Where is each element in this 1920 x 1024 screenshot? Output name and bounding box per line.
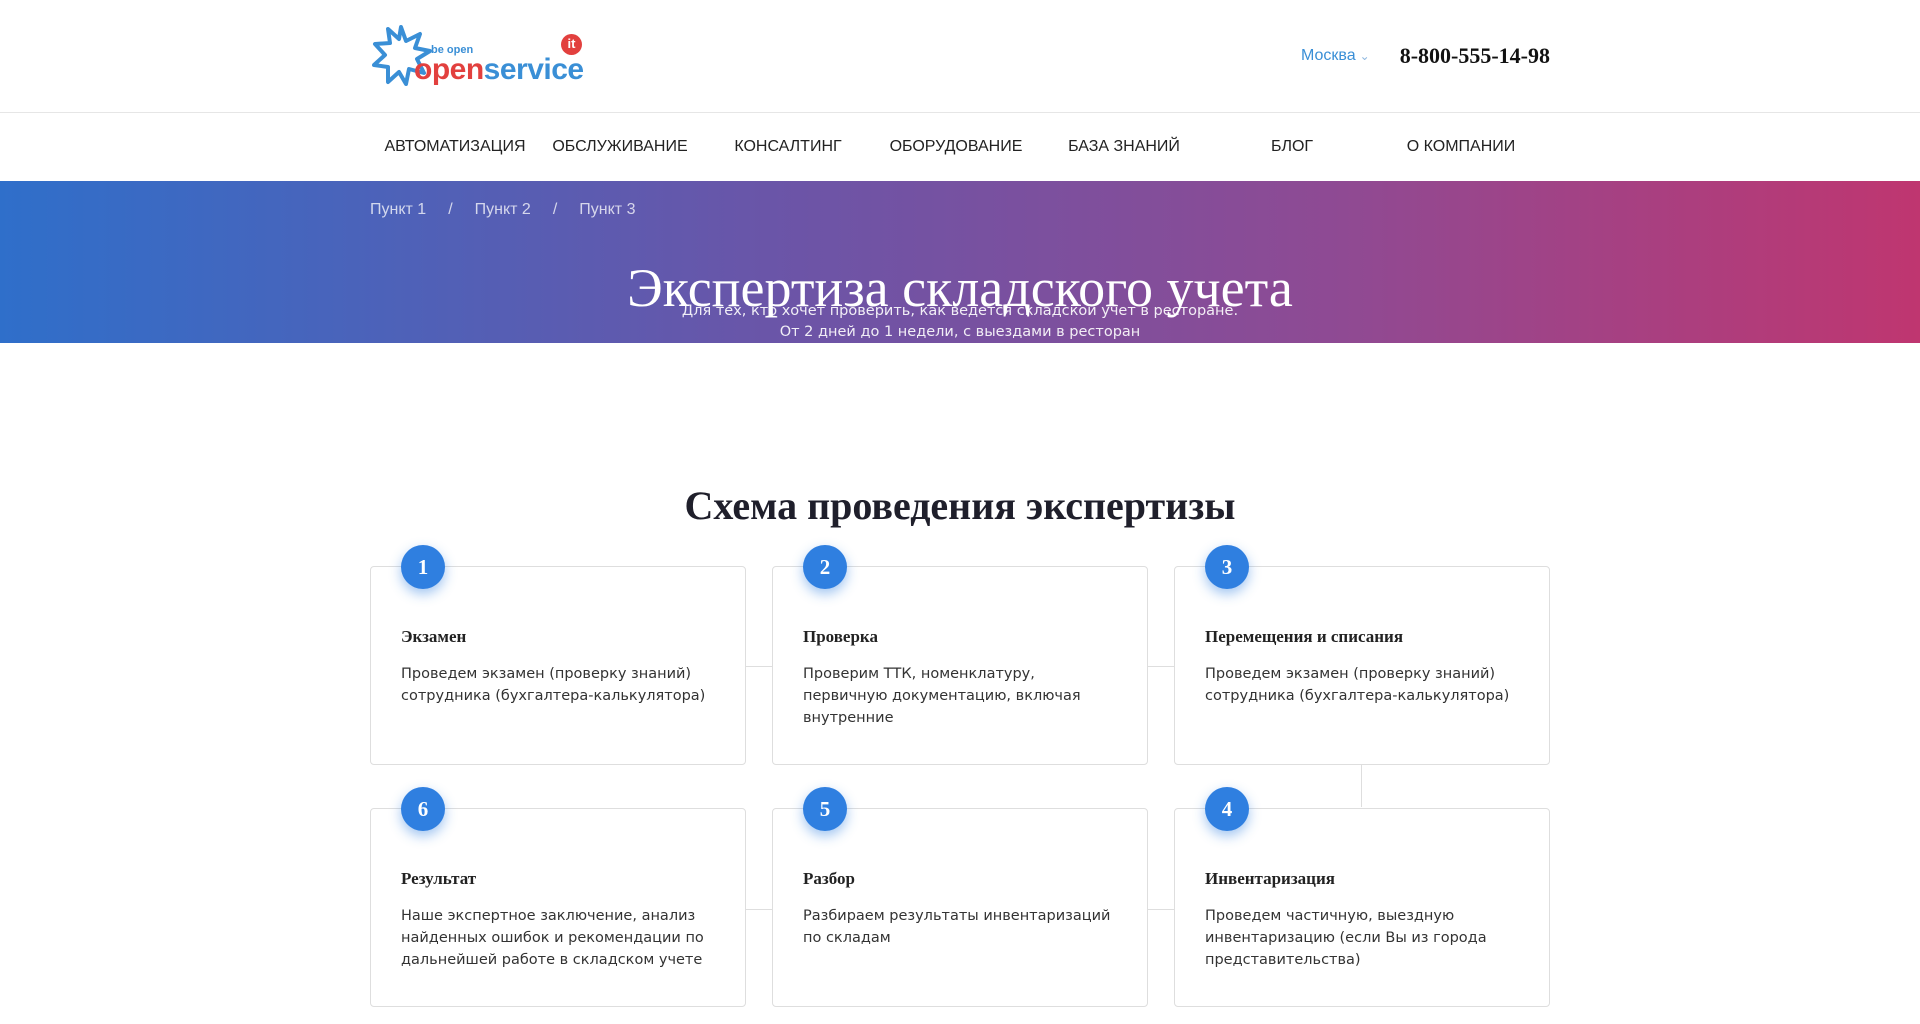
breadcrumb-item[interactable]: Пункт 1 [370,201,426,219]
step-title: Результат [401,869,477,888]
nav-item-service[interactable]: Обслуживание [540,138,700,156]
nav-item-about[interactable]: О компании [1372,138,1550,156]
site-header: be open openservice it Москва ⌄ 8-800-55… [0,0,1920,113]
step-number-badge: 2 [803,545,847,589]
header-contacts: Москва ⌄ 8-800-555-14-98 [1301,43,1550,69]
logo-wordmark: openservice [414,55,584,85]
breadcrumb-separator: / [448,201,453,218]
logo-word-open: open [414,53,484,86]
chevron-down-icon: ⌄ [1359,49,1370,63]
step-number-badge: 5 [803,787,847,831]
step-title: Инвентаризация [1205,869,1335,888]
step-connector [1148,666,1174,667]
step-description: Проведем экзамен (проверку знаний) сотру… [401,666,706,704]
step-card: 5 Разбор Разбираем результаты инвентариз… [772,787,1148,1007]
step-description: Наше экспертное заключение, анализ найде… [401,908,704,968]
step-number-badge: 3 [1205,545,1249,589]
breadcrumb-item: Пункт 3 [579,201,636,218]
city-label: Москва [1301,47,1356,64]
nav-item-equipment[interactable]: Оборудование [876,138,1036,156]
nav-item-consulting[interactable]: Консалтинг [700,138,876,156]
step-number-badge: 1 [401,545,445,589]
hero-banner: Пункт 1 / Пункт 2 / Пункт 3 Экспертиза с… [0,181,1920,343]
step-number-badge: 4 [1205,787,1249,831]
steps-grid: 1 Экзамен Проведем экзамен (проверку зна… [370,545,1550,1010]
step-description: Проведем частичную, выездную инвентариза… [1205,908,1487,968]
step-card: 2 Проверка Проверим ТТК, номенклатуру, п… [772,545,1148,765]
section-title: Схема проведения экспертизы [684,483,1236,528]
breadcrumb-separator: / [552,201,558,218]
step-description: Проверим ТТК, номенклатуру, первичную до… [803,666,1081,726]
step-connector [1148,909,1174,910]
step-card: 1 Экзамен Проведем экзамен (проверку зна… [370,545,746,765]
city-selector[interactable]: Москва ⌄ [1301,47,1370,65]
step-connector [1361,765,1362,807]
step-connector [746,666,772,667]
page-subtitle: Для тех, кто хочет проверить, как ведетс… [0,301,1920,343]
step-card: 3 Перемещения и списания Проведем экзаме… [1174,545,1550,765]
step-title: Разбор [803,869,855,888]
step-title: Проверка [803,627,878,646]
logo-word-service: service [483,53,584,86]
subtitle-line: Для тех, кто хочет проверить, как ведетс… [681,303,1239,319]
phone-number[interactable]: 8-800-555-14-98 [1400,43,1550,69]
step-title: Перемещения и списания [1205,627,1404,646]
logo-it-badge: it [561,34,582,55]
step-description: Разбираем результаты инвентаризаций по с… [803,908,1111,946]
breadcrumb-item[interactable]: Пункт 2 [475,201,531,219]
nav-item-blog[interactable]: Блог [1212,138,1372,156]
nav-item-knowledge-base[interactable]: База знаний [1036,138,1212,156]
step-card: 6 Результат Наше экспертное заключение, … [370,787,746,1007]
main-nav: Автоматизация Обслуживание Консалтинг Об… [0,113,1920,181]
step-connector [746,909,772,910]
site-logo[interactable]: be open openservice it [370,23,585,89]
breadcrumb: Пункт 1 / Пункт 2 / Пункт 3 [370,201,635,219]
step-number-badge: 6 [401,787,445,831]
step-title: Экзамен [401,627,467,646]
subtitle-line: От 2 дней до 1 недели, с выездами в рест… [779,324,1141,340]
step-description: Проведем экзамен (проверку знаний) сотру… [1205,666,1510,704]
nav-item-automation[interactable]: Автоматизация [370,138,540,156]
step-card: 4 Инвентаризация Проведем частичную, вые… [1174,787,1550,1007]
